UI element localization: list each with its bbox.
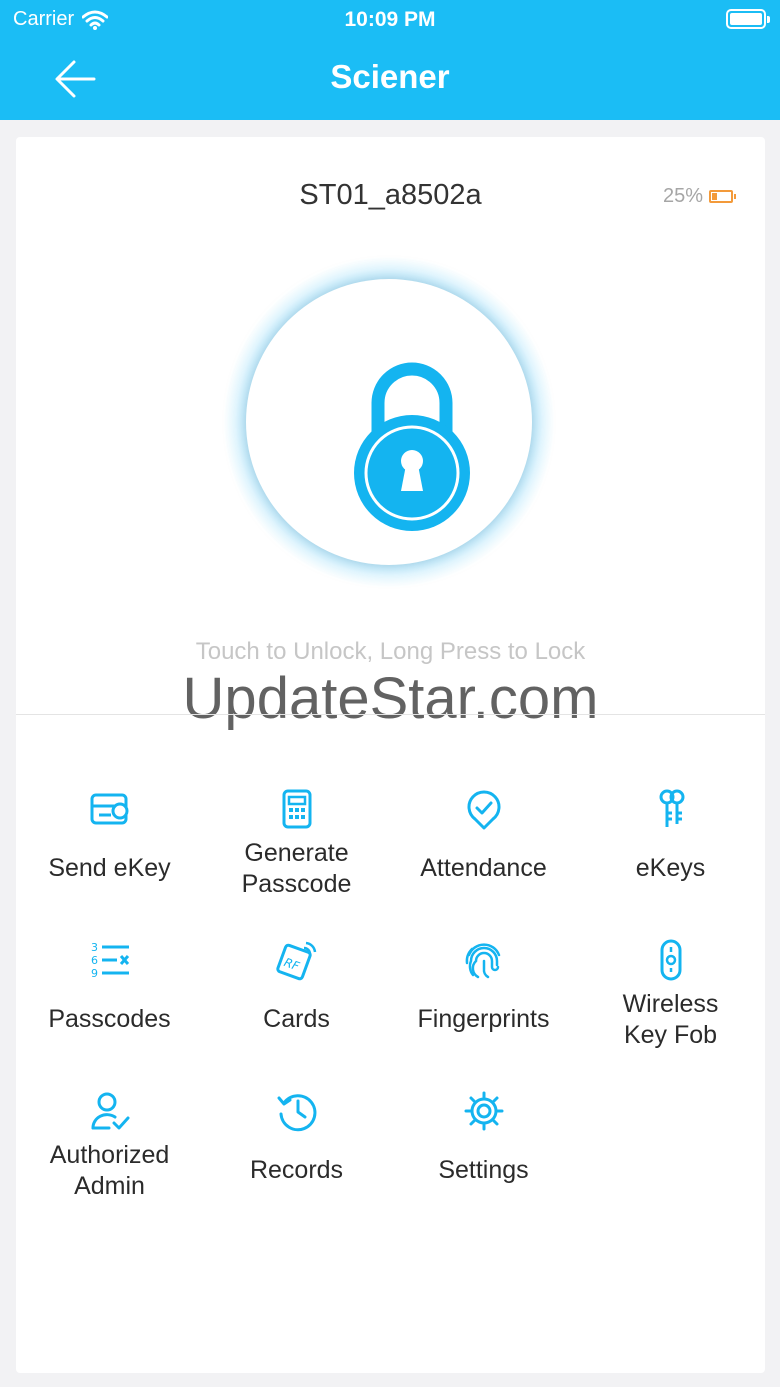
authorized-admin-label: Authorized Admin [16,1140,203,1202]
send-ekey-icon [90,793,129,825]
svg-text:3: 3 [91,941,98,954]
battery-icon [726,9,770,29]
calculator-icon [282,789,312,829]
gear-icon [464,1091,504,1131]
authorized-admin-line1: Authorized [49,1141,170,1169]
lock-hint: Touch to Unlock, Long Press to Lock [195,638,586,665]
passcodes-label: Passcodes [48,1005,171,1033]
status-bar: Carrier 10:09 PM [0,0,780,40]
passcodes-button[interactable]: 3 6 9 Passcodes [16,939,203,1079]
authorized-admin-line2: Admin [74,1172,145,1200]
history-clock-icon [277,1094,317,1132]
numbered-list-icon: 3 6 9 [91,941,130,980]
svg-text:6: 6 [91,954,98,967]
records-button[interactable]: Records [203,1090,390,1230]
ekeys-button[interactable]: eKeys [577,788,764,928]
wireless-key-fob-button[interactable]: Wireless Key Fob [577,939,764,1079]
battery-percentage: 25% [662,185,703,207]
rf-card-icon: RF [276,941,317,981]
authorized-admin-button[interactable]: Authorized Admin [16,1090,203,1230]
cards-label: Cards [263,1005,330,1033]
page-title: Sciener [330,58,450,95]
lock-battery: 25% [662,185,736,208]
wireless-key-fob-line2: Key Fob [623,1021,718,1049]
cards-button[interactable]: RF Cards [203,939,390,1079]
generate-passcode-line2: Passcode [241,870,352,898]
low-battery-icon [709,190,736,203]
lock-card: ST01_a8502a 25% Touch to Unlock, Long Pr… [16,137,765,1373]
app-header: Carrier 10:09 PM Sciener [0,0,780,120]
send-ekey-label: Send eKey [48,854,171,882]
divider [16,714,765,715]
records-label: Records [249,1156,344,1184]
user-check-icon [91,1092,130,1130]
location-check-icon [467,790,501,830]
attendance-label: Attendance [420,854,547,882]
settings-button[interactable]: Settings [390,1090,577,1230]
unlock-button[interactable] [224,257,554,587]
lock-button-face [246,279,532,565]
generate-passcode-button[interactable]: Generate Passcode [203,788,390,928]
watermark: UpdateStar.com [182,666,599,731]
fingerprints-button[interactable]: Fingerprints [390,939,577,1079]
generate-passcode-label: Generate Passcode [203,838,390,900]
generate-passcode-line1: Generate [244,839,349,867]
fingerprints-label: Fingerprints [417,1005,550,1033]
lock-name: ST01_a8502a [299,179,482,211]
send-ekey-button[interactable]: Send eKey [16,788,203,928]
wireless-key-fob-line1: Wireless [622,990,719,1018]
ekeys-label: eKeys [635,854,706,882]
settings-label: Settings [438,1156,529,1184]
wireless-key-fob-label: Wireless Key Fob [577,989,764,1051]
svg-text:RF: RF [282,955,302,974]
svg-text:9: 9 [91,967,98,980]
status-time: 10:09 PM [344,8,436,31]
padlock-icon [354,362,470,531]
remote-fob-icon [660,939,682,981]
keys-icon [659,789,685,827]
fingerprint-icon [465,943,501,979]
attendance-button[interactable]: Attendance [390,788,577,928]
